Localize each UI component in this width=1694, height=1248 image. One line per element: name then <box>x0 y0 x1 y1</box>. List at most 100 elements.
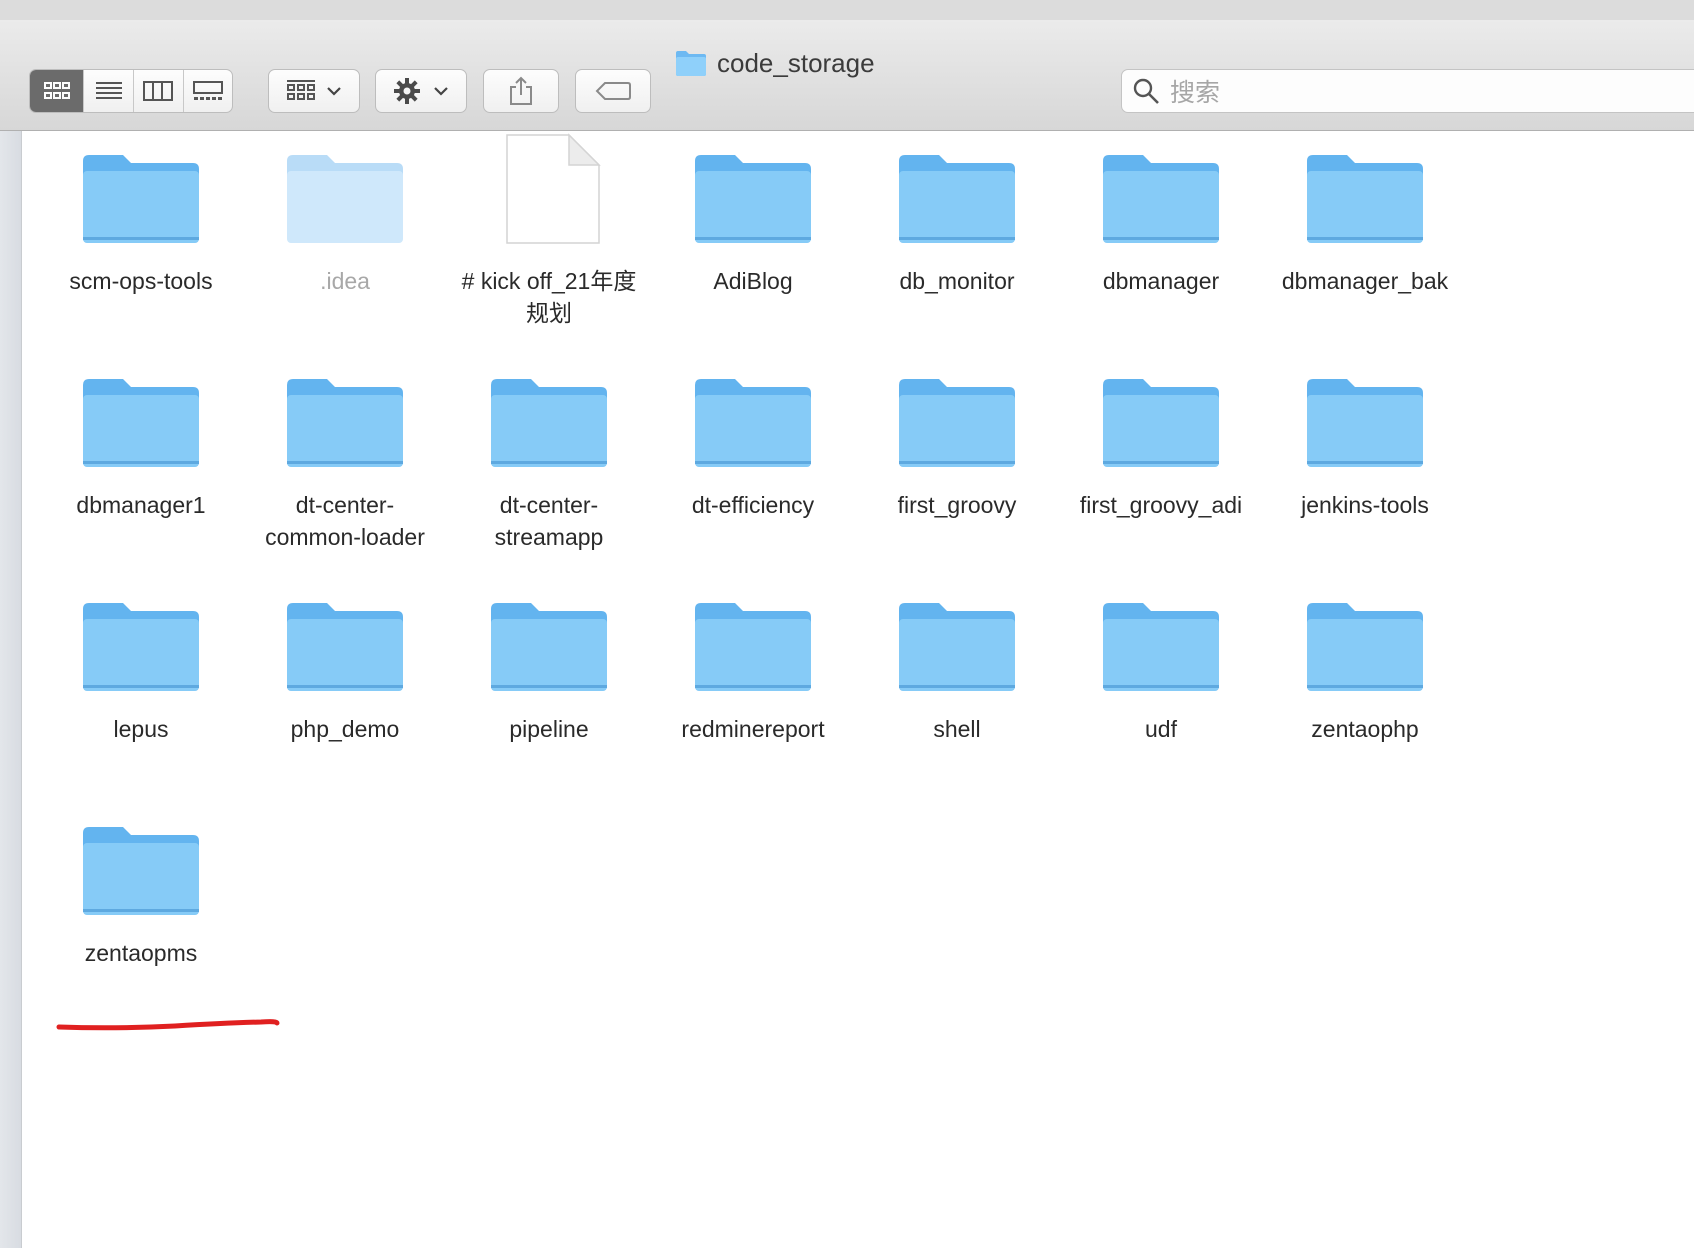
chevron-down-icon <box>327 87 341 96</box>
file-item-label: # kick off_21年度规划 <box>461 268 637 326</box>
share-inner <box>484 70 558 112</box>
file-item-dt-center-common-loader[interactable]: dt-center-common-loader <box>240 371 450 553</box>
file-item-dbmanager1[interactable]: dbmanager1 <box>36 371 246 521</box>
column-view-button[interactable] <box>132 70 183 112</box>
red-underline-annotation <box>56 1019 280 1031</box>
view-mode-control <box>29 69 233 113</box>
folder-icon <box>695 379 811 467</box>
file-item-label: AdiBlog <box>713 268 793 294</box>
file-item-first-groovy-adi[interactable]: first_groovy_adi <box>1056 371 1266 521</box>
folder-icon <box>1307 379 1423 467</box>
file-item-redminereport[interactable]: redminereport <box>648 595 858 745</box>
folder-icon <box>1103 155 1219 243</box>
menu-strip <box>0 0 1694 21</box>
file-item-lepus[interactable]: lepus <box>36 595 246 745</box>
file-item-php-demo[interactable]: php_demo <box>240 595 450 745</box>
file-item-label: dt-center-streamapp <box>494 492 604 550</box>
group-by-inner <box>269 70 359 112</box>
folder-icon <box>83 155 199 243</box>
file-item-dt-efficiency[interactable]: dt-efficiency <box>648 371 858 521</box>
file-item-label: dt-efficiency <box>691 492 815 518</box>
list-view-button[interactable] <box>83 70 133 112</box>
file-item-kickoff-document[interactable]: # kick off_21年度规划 <box>444 131 654 329</box>
icon-view-button[interactable] <box>30 70 84 112</box>
file-item-label: db_monitor <box>899 268 1015 294</box>
folder-icon <box>287 379 403 467</box>
tag-icon <box>595 82 631 100</box>
window-title-text: code_storage <box>717 47 875 78</box>
file-item-zentaophp[interactable]: zentaophp <box>1260 595 1470 745</box>
file-item-label: php_demo <box>290 716 400 742</box>
gallery-icon <box>192 81 223 100</box>
folder-icon <box>491 603 607 691</box>
file-icon-grid: scm-ops-tools .idea # kick off_21年度规划 Ad… <box>23 131 1694 1248</box>
group-grid-icon <box>287 80 315 100</box>
file-item-dbmanager[interactable]: dbmanager <box>1056 147 1266 297</box>
file-item-dt-center-streamapp[interactable]: dt-center-streamapp <box>444 371 654 553</box>
gear-icon <box>394 78 420 104</box>
file-item-label: lepus <box>113 716 169 742</box>
document-icon <box>506 133 601 244</box>
folder-icon <box>287 155 403 243</box>
file-item-label: zentaophp <box>1311 716 1419 742</box>
file-item-db-monitor[interactable]: db_monitor <box>852 147 1062 297</box>
columns-icon <box>143 81 174 101</box>
file-item-label: zentaopms <box>84 940 198 966</box>
folder-icon <box>287 603 403 691</box>
tag-button[interactable] <box>575 69 651 113</box>
chevron-down-icon <box>434 87 448 96</box>
finder-window: code_storage 搜索 scm-ops-tools .idea # ki… <box>0 0 1694 1248</box>
file-item-label: udf <box>1145 716 1177 742</box>
group-by-button[interactable] <box>268 69 360 113</box>
search-placeholder: 搜索 <box>1170 78 1221 107</box>
file-item-jenkins-tools[interactable]: jenkins-tools <box>1260 371 1470 521</box>
file-item-label: dbmanager_bak <box>1281 268 1449 294</box>
folder-icon <box>1103 379 1219 467</box>
sidebar-edge[interactable] <box>0 131 22 1248</box>
share-button[interactable] <box>483 69 559 113</box>
window-title: code_storage <box>675 46 875 80</box>
file-item-label: pipeline <box>509 716 589 742</box>
folder-icon <box>83 603 199 691</box>
folder-icon <box>899 379 1015 467</box>
file-item-zentaopms[interactable]: zentaopms <box>36 819 246 969</box>
file-item-label: dbmanager1 <box>76 492 206 518</box>
file-item-first-groovy[interactable]: first_groovy <box>852 371 1062 521</box>
file-item-label: jenkins-tools <box>1301 492 1429 518</box>
folder-icon <box>695 155 811 243</box>
file-item-scm-ops-tools[interactable]: scm-ops-tools <box>36 147 246 297</box>
file-item-label: first_groovy <box>897 492 1017 518</box>
file-item-label: .idea <box>320 268 370 294</box>
gallery-view-button[interactable] <box>182 70 233 112</box>
folder-icon <box>1307 155 1423 243</box>
folder-icon <box>695 603 811 691</box>
folder-icon <box>83 379 199 467</box>
grid-icon <box>43 82 70 99</box>
folder-icon <box>1103 603 1219 691</box>
file-item-udf[interactable]: udf <box>1056 595 1266 745</box>
folder-icon <box>676 51 706 76</box>
search-input[interactable]: 搜索 <box>1121 69 1694 113</box>
file-item-label: shell <box>933 716 981 742</box>
folder-icon <box>491 379 607 467</box>
file-item-adiblog[interactable]: AdiBlog <box>648 147 858 297</box>
title-toolbar: code_storage 搜索 <box>0 20 1694 131</box>
share-icon <box>510 76 532 105</box>
file-item-label: dt-center-common-loader <box>265 492 425 550</box>
list-icon <box>95 82 122 99</box>
tag-inner <box>576 70 650 112</box>
file-item-label: first_groovy_adi <box>1079 492 1243 518</box>
file-item-label: dbmanager <box>1102 268 1220 294</box>
folder-icon <box>899 155 1015 243</box>
folder-icon <box>1307 603 1423 691</box>
folder-icon <box>899 603 1015 691</box>
file-item-dbmanager-bak[interactable]: dbmanager_bak <box>1260 147 1470 297</box>
action-button[interactable] <box>375 69 467 113</box>
file-item-idea[interactable]: .idea <box>240 147 450 297</box>
file-item-pipeline[interactable]: pipeline <box>444 595 654 745</box>
search-icon <box>1133 78 1159 104</box>
file-item-label: redminereport <box>681 716 825 742</box>
file-item-shell[interactable]: shell <box>852 595 1062 745</box>
file-item-label: scm-ops-tools <box>69 268 213 294</box>
action-inner <box>376 70 466 112</box>
